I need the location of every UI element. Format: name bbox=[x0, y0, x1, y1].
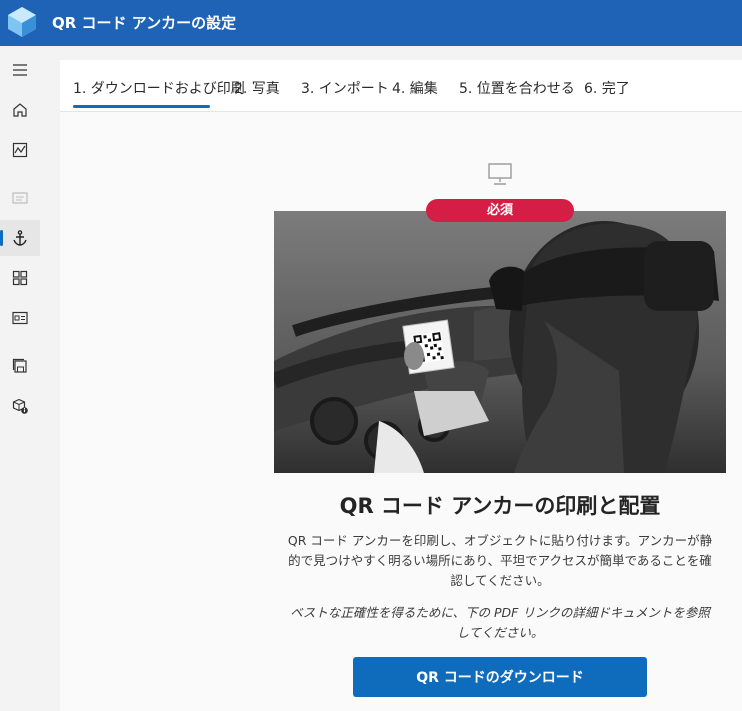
id-card-icon[interactable] bbox=[0, 300, 40, 336]
tab-photo[interactable]: 2. 写真 bbox=[234, 78, 280, 98]
required-badge: 必須 bbox=[426, 199, 574, 222]
selected-tab-underline bbox=[73, 105, 210, 108]
home-icon[interactable] bbox=[0, 92, 40, 128]
description-text: QR コード アンカーを印刷し、オブジェクトに貼り付けます。アンカーが静的で見つ… bbox=[287, 533, 713, 588]
tab-import[interactable]: 3. インポート bbox=[301, 78, 389, 98]
tab-align[interactable]: 5. 位置を合わせる bbox=[459, 78, 575, 98]
pdf-note-text: ベストな正確性を得るために、下の PDF リンクの詳細ドキュメントを参照してくだ… bbox=[290, 605, 710, 640]
save-stack-icon[interactable] bbox=[0, 348, 40, 384]
tab-download-and-print[interactable]: 1. ダウンロードおよび印刷 bbox=[73, 78, 245, 98]
app-title: QR コード アンカーの設定 bbox=[52, 14, 237, 32]
active-indicator bbox=[0, 230, 3, 246]
package-info-icon[interactable] bbox=[0, 388, 40, 424]
tab-complete[interactable]: 6. 完了 bbox=[584, 78, 630, 98]
tab-edit[interactable]: 4. 編集 bbox=[392, 78, 438, 98]
left-nav-rail bbox=[0, 46, 40, 711]
anchor-icon[interactable] bbox=[0, 220, 40, 256]
download-qr-code-button[interactable]: QR コードのダウンロード bbox=[353, 657, 647, 697]
grid-icon[interactable] bbox=[0, 260, 40, 296]
title-bar: QR コード アンカーの設定 bbox=[0, 0, 742, 46]
activity-chart-icon[interactable] bbox=[0, 132, 40, 168]
section-heading: QR コード アンカーの印刷と配置 bbox=[339, 494, 661, 518]
note-icon bbox=[0, 180, 40, 216]
hero-illustration bbox=[274, 211, 726, 473]
hamburger-menu-icon[interactable] bbox=[0, 52, 40, 88]
app-logo-icon bbox=[8, 7, 36, 37]
monitor-icon bbox=[488, 163, 512, 185]
